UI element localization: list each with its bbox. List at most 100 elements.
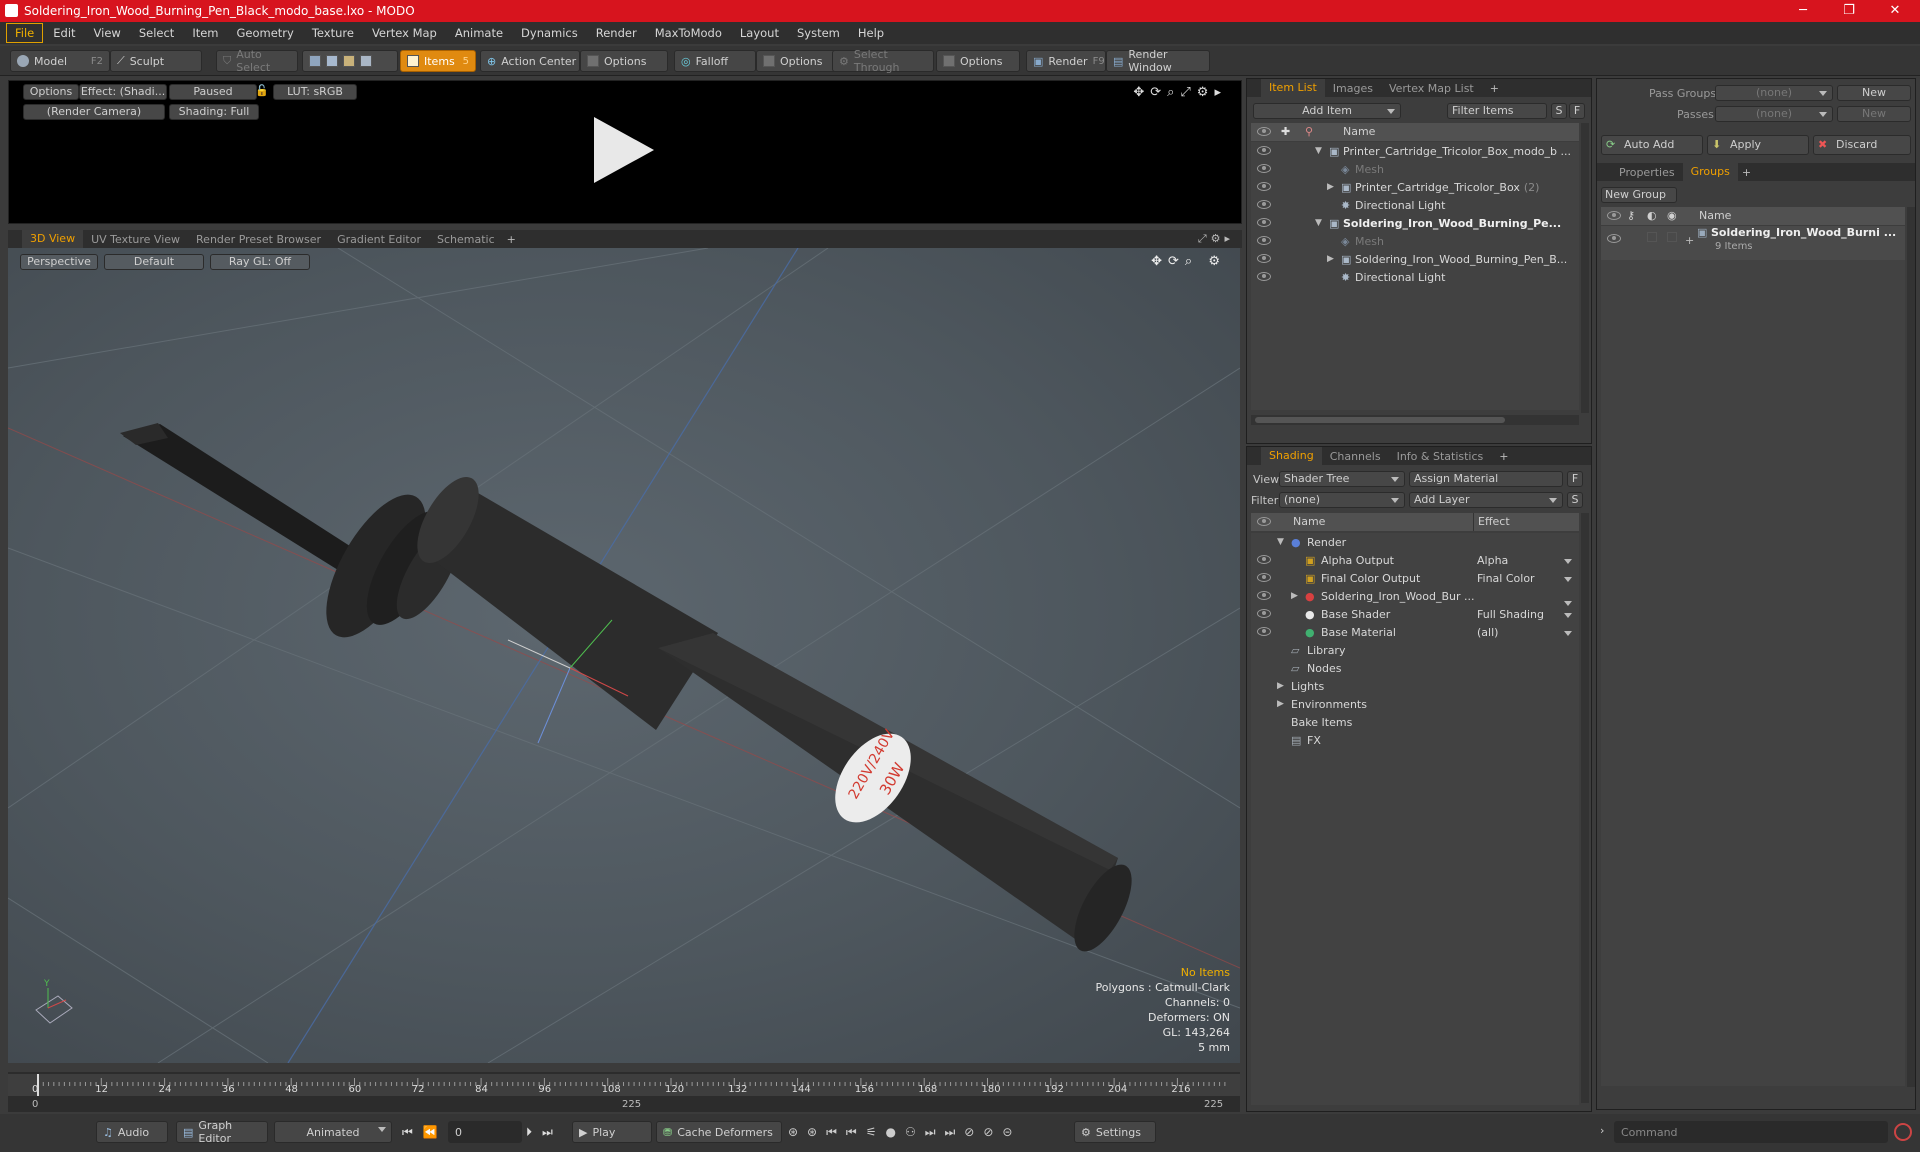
assign-material-button[interactable]: Assign Material	[1409, 471, 1563, 487]
new-pass-button[interactable]: New	[1837, 106, 1911, 122]
select-checkbox[interactable]	[1647, 232, 1657, 242]
visibility-icon[interactable]	[1257, 182, 1271, 191]
effect-dropdown[interactable]: Alpha	[1473, 554, 1577, 567]
add-tab-icon[interactable]: +	[503, 233, 520, 246]
effect-dropdown[interactable]: (all)	[1473, 626, 1577, 639]
preview-options-button[interactable]: Options	[23, 84, 79, 100]
group-row[interactable]: + ▣ Soldering_Iron_Wood_Burni ... 9 Item…	[1601, 226, 1905, 260]
shader-tree-scrollbar[interactable]	[1581, 513, 1589, 1103]
shading-s-button[interactable]: S	[1567, 492, 1583, 508]
viewport-nav-icons[interactable]: ✥⟳⌕ ⚙	[1151, 254, 1226, 269]
apply-button[interactable]: ⬇ Apply	[1707, 135, 1809, 155]
shader-effect-header[interactable]: Effect	[1473, 513, 1510, 531]
add-tab-icon[interactable]: +	[1482, 82, 1507, 95]
groups-name-header[interactable]: Name	[1699, 207, 1731, 225]
expand-right-icon[interactable]: ▶	[1327, 254, 1334, 264]
render-button[interactable]: ▣ Render F9	[1026, 50, 1106, 72]
add-item-dropdown[interactable]: Add Item	[1253, 103, 1401, 119]
menu-system[interactable]: System	[789, 24, 848, 42]
menu-view[interactable]: View	[86, 24, 129, 42]
discard-button[interactable]: ✖ Discard	[1813, 135, 1911, 155]
settings-button[interactable]: ⚙ Settings	[1074, 1121, 1156, 1143]
action-center-button[interactable]: ⊕ Action Center	[480, 50, 580, 72]
raygl-dropdown[interactable]: Ray GL: Off	[210, 254, 310, 270]
visibility-icon[interactable]	[1257, 627, 1271, 636]
preview-nav-icons[interactable]: ✥⟳⌕⤢⚙▸	[1133, 85, 1227, 100]
minimize-button[interactable]: ─	[1780, 0, 1826, 22]
tab-item-list[interactable]: Item List	[1261, 79, 1325, 97]
item-list-row[interactable]: ▶ ▣ Soldering_Iron_Wood_Burning_Pen_B...	[1251, 250, 1579, 268]
select-through-options-button[interactable]: Options	[936, 50, 1020, 72]
visibility-icon[interactable]	[1257, 555, 1271, 564]
expand-right-icon[interactable]: ▶	[1327, 182, 1334, 192]
view-dropdown[interactable]: Shader Tree	[1279, 471, 1405, 487]
effect-dropdown[interactable]: Full Shading	[1473, 608, 1577, 621]
add-layer-dropdown[interactable]: Add Layer	[1409, 492, 1563, 508]
tab-gradient-editor[interactable]: Gradient Editor	[329, 233, 429, 246]
menu-help[interactable]: Help	[850, 24, 892, 42]
menu-select[interactable]: Select	[131, 24, 182, 42]
item-list-row[interactable]: ▼ ▣ Soldering_Iron_Wood_Burning_Pe...	[1251, 214, 1579, 232]
filter-dropdown[interactable]: (none)	[1279, 492, 1405, 508]
visibility-icon[interactable]	[1607, 234, 1621, 243]
item-list-row[interactable]: ✸ Directional Light	[1251, 268, 1579, 286]
expand-down-icon[interactable]: ▼	[1277, 537, 1284, 547]
expand-down-icon[interactable]: ▼	[1315, 146, 1322, 156]
shader-tree-row[interactable]: ▼ ● Render	[1251, 533, 1579, 551]
preview-effect-dropdown[interactable]: Effect: (Shadi...	[79, 84, 167, 100]
command-input[interactable]: Command	[1614, 1121, 1888, 1143]
tab-uv-texture-view[interactable]: UV Texture View	[83, 233, 188, 246]
groups-scrollbar[interactable]	[1907, 207, 1915, 1087]
visibility-icon[interactable]	[1257, 146, 1271, 155]
expand-down-icon[interactable]: ▼	[1315, 218, 1322, 228]
tab-schematic[interactable]: Schematic	[429, 233, 503, 246]
viewport-panel-icons[interactable]: ⤢⚙▸	[1198, 232, 1234, 246]
action-center-options-button[interactable]: Options	[580, 50, 668, 72]
tab-render-preset-browser[interactable]: Render Preset Browser	[188, 233, 329, 246]
visibility-icon[interactable]	[1257, 591, 1271, 600]
menu-texture[interactable]: Texture	[304, 24, 362, 42]
shader-tree-row[interactable]: ▱ Library	[1251, 641, 1579, 659]
shader-tree-row[interactable]: Bake Items	[1251, 713, 1579, 731]
animated-dropdown[interactable]: Animated	[274, 1121, 392, 1143]
tab-shading[interactable]: Shading	[1261, 447, 1322, 465]
visibility-icon[interactable]	[1257, 218, 1271, 227]
visibility-icon[interactable]	[1257, 609, 1271, 618]
play-button[interactable]: ▶ Play	[572, 1121, 652, 1143]
filter-items-input[interactable]: Filter Items	[1447, 103, 1547, 119]
shader-name-header[interactable]: Name	[1293, 513, 1325, 531]
shader-tree-row[interactable]: ▤ FX	[1251, 731, 1579, 749]
tab-3d-view[interactable]: 3D View	[22, 230, 84, 248]
edges-mode-icon[interactable]	[326, 55, 338, 67]
preview-paused-button[interactable]: Paused	[169, 84, 257, 100]
audio-button[interactable]: ♫ Audio	[96, 1121, 168, 1143]
item-list-row[interactable]: ✸ Directional Light	[1251, 196, 1579, 214]
item-list-scrollbar[interactable]	[1581, 123, 1589, 413]
maximize-button[interactable]: ❐	[1826, 0, 1872, 22]
shader-tree-row[interactable]: ▣ Alpha Output Alpha	[1251, 551, 1579, 569]
tab-vertex-map-list[interactable]: Vertex Map List	[1381, 82, 1482, 95]
name-column-header[interactable]: Name	[1343, 123, 1375, 141]
item-list-row[interactable]: ▼ ▣ Printer_Cartridge_Tricolor_Box_modo_b …	[1251, 142, 1579, 160]
effect-dropdown[interactable]: Final Color	[1473, 572, 1577, 585]
select-through-button[interactable]: ⚙ Select Through	[832, 48, 934, 74]
falloff-button[interactable]: ◎ Falloff	[674, 50, 756, 72]
polygons-mode-icon[interactable]	[343, 55, 355, 67]
model-mode-button[interactable]: Model F2	[10, 50, 110, 72]
visibility-icon[interactable]	[1257, 272, 1271, 281]
cache-deformers-button[interactable]: ⛃ Cache Deformers	[656, 1121, 782, 1143]
frame-input[interactable]: 0	[448, 1121, 522, 1143]
auto-add-button[interactable]: ⟳ Auto Add	[1601, 135, 1703, 155]
timeline[interactable]: 0 12 24 36 48 60 72 84 96 108 120 132 144 156 168 180 19…	[8, 1072, 1240, 1112]
menu-edit[interactable]: Edit	[45, 24, 83, 42]
vertices-mode-icon[interactable]	[309, 55, 321, 67]
render-checkbox[interactable]	[1667, 232, 1677, 242]
passes-dropdown[interactable]: (none)	[1715, 106, 1833, 122]
shader-tree-row[interactable]: ● Base Shader Full Shading	[1251, 605, 1579, 623]
filter-s-button[interactable]: S	[1551, 103, 1567, 119]
close-button[interactable]: ✕	[1872, 0, 1918, 22]
tab-groups[interactable]: Groups	[1682, 163, 1738, 181]
shader-tree-row[interactable]: ▶ Environments	[1251, 695, 1579, 713]
visibility-icon[interactable]	[1257, 254, 1271, 263]
menu-animate[interactable]: Animate	[447, 24, 511, 42]
